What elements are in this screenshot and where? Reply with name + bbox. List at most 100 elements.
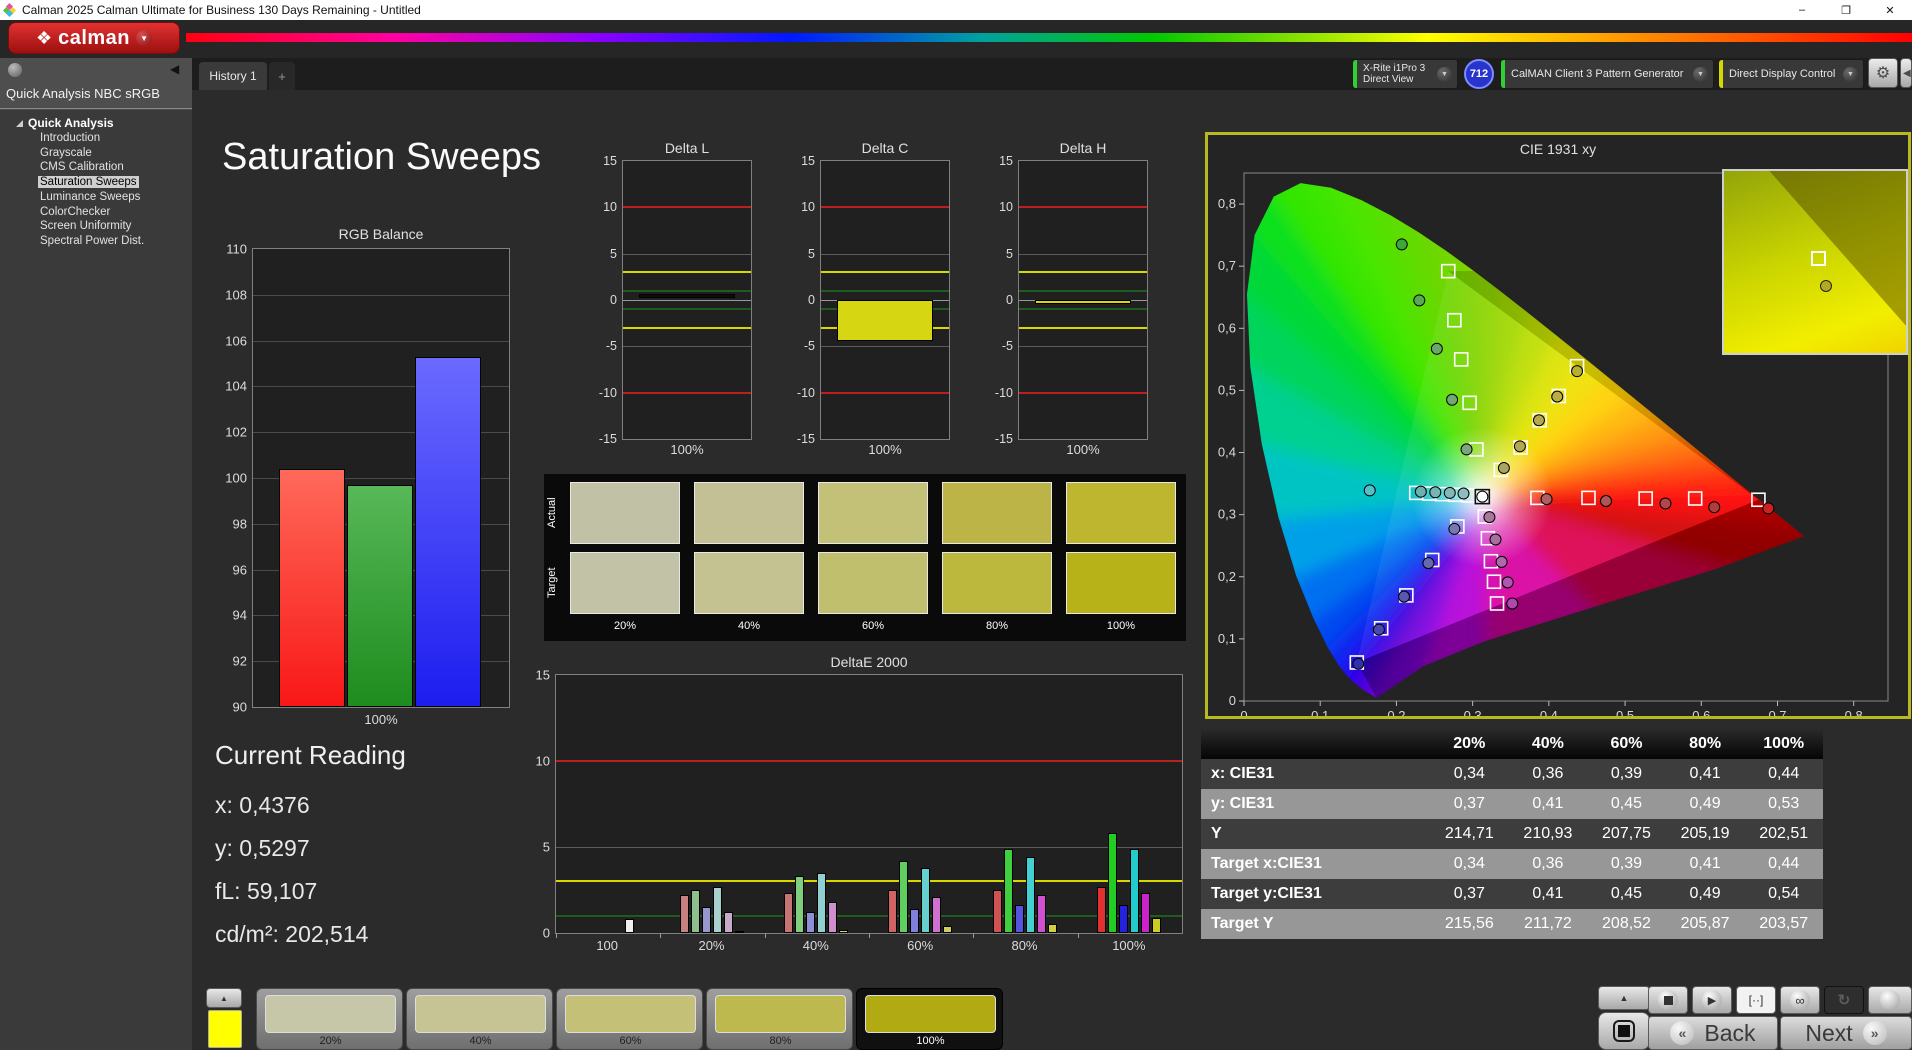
table-cell: 0,41: [1532, 885, 1564, 902]
tree-root-node[interactable]: Quick Analysis: [0, 115, 192, 131]
cie-1931-panel[interactable]: CIE 1931 xy 0 0,1 0,2 0,3 0,4 0,5 0,6 0,7 0,8 0 0,…: [1205, 132, 1911, 719]
y-tick-label: 5: [1006, 246, 1013, 261]
sync-button[interactable]: ↻: [1824, 986, 1864, 1014]
pattern-level-button-60%[interactable]: 60%: [556, 988, 703, 1050]
current-reading-title: Current Reading: [215, 740, 406, 770]
back-button[interactable]: « Back: [1648, 1016, 1778, 1050]
y-tick-label: 94: [232, 607, 247, 623]
sidebar-item-cms-calibration[interactable]: CMS Calibration: [0, 160, 192, 175]
pattern-options-up-icon[interactable]: ▲: [206, 988, 242, 1008]
actual-swatch-100%: [1066, 482, 1176, 544]
meter-count-badge[interactable]: 712: [1464, 59, 1494, 89]
deltae-bar: [1047, 924, 1057, 933]
y-tick-label: -5: [803, 339, 815, 354]
deltae-title: DeltaE 2000: [830, 654, 908, 670]
collapse-sidebar-icon[interactable]: ◀: [170, 62, 179, 76]
y-tick-label: -15: [598, 432, 617, 446]
red-limit-line: [1019, 206, 1147, 209]
stop-button[interactable]: [1648, 986, 1688, 1014]
deltae-category-label: 80%: [1011, 938, 1038, 953]
yellow-limit-line: [1019, 326, 1147, 329]
deltae-bar: [921, 867, 931, 933]
pattern-level-swatch: [865, 995, 996, 1033]
calman-menu-button[interactable]: ❖ calman ▼: [8, 22, 180, 54]
deltae-bar: [816, 872, 826, 933]
table-cell: 0,54: [1768, 885, 1800, 902]
sidebar-item-saturation-sweeps[interactable]: Saturation Sweeps: [0, 175, 192, 190]
gear-icon[interactable]: ⚙: [1868, 58, 1898, 88]
pattern-color-swatch[interactable]: [208, 1010, 242, 1048]
page-title: Saturation Sweeps: [222, 136, 541, 178]
svg-text:0,7: 0,7: [1768, 708, 1786, 716]
deltae-chart: 0 5 10 15: [536, 668, 1183, 941]
pattern-level-button-20%[interactable]: 20%: [256, 988, 403, 1050]
cie-zoom-inset: [1722, 169, 1908, 355]
svg-text:0,3: 0,3: [1218, 507, 1236, 522]
display-control-dropdown[interactable]: Direct Display Control ▼: [1718, 59, 1864, 89]
deltae-bar: [679, 895, 689, 933]
deltae-bar: [723, 912, 733, 933]
add-tab-button[interactable]: +: [269, 62, 295, 90]
gridline: [623, 253, 751, 255]
red-limit-line: [821, 206, 949, 209]
sidebar-item-grayscale[interactable]: Grayscale: [0, 146, 192, 161]
next-label: Next: [1805, 1019, 1853, 1046]
actual-swatch-20%: [570, 482, 680, 544]
deltae-bar: [805, 912, 815, 933]
svg-text:0,8: 0,8: [1845, 708, 1863, 716]
collapse-panel-icon[interactable]: ◀: [1900, 58, 1912, 88]
saturation-data-table: 20% 40% 60% 80% 100% x: CIE31 0,34 0,36 0,39 0,41…: [1201, 729, 1823, 939]
close-icon[interactable]: ✕: [1868, 0, 1912, 20]
chevron-down-icon: ▼: [136, 30, 153, 46]
deltae-category-label: 60%: [907, 938, 934, 953]
pattern-window-button[interactable]: [1598, 1012, 1650, 1050]
next-button[interactable]: Next »: [1780, 1016, 1912, 1050]
deltae-bar: [838, 930, 848, 933]
sidebar-item-screen-uniformity[interactable]: Screen Uniformity: [0, 219, 192, 234]
single-read-button[interactable]: [··]: [1736, 986, 1776, 1014]
y-tick-label: 110: [226, 241, 247, 257]
workflow-tree: Quick Analysis Introduction Grayscale CMS …: [0, 110, 192, 1050]
table-cell: 0,45: [1610, 885, 1643, 902]
table-cell: 0,45: [1610, 795, 1643, 812]
table-cell: 211,72: [1524, 915, 1572, 932]
sidebar-item-spectral-power-dist-[interactable]: Spectral Power Dist.: [0, 234, 192, 249]
pattern-generator-dropdown[interactable]: CalMAN Client 3 Pattern Generator ▼: [1500, 59, 1714, 89]
deltae-bar: [1107, 833, 1117, 933]
yellow-limit-line: [1019, 271, 1147, 274]
deltae-bar: [783, 893, 793, 933]
pattern-level-button-40%[interactable]: 40%: [406, 988, 553, 1050]
table-header-cell: 20%: [1453, 735, 1486, 752]
extra-button[interactable]: [1868, 986, 1912, 1014]
transport-options-up-icon[interactable]: ▲: [1598, 986, 1650, 1010]
rgb-balance-title: RGB Balance: [338, 226, 424, 242]
tab-history-1[interactable]: History 1: [199, 62, 267, 90]
table-header-cell: 100%: [1763, 735, 1805, 752]
pattern-level-button-100%[interactable]: 100%: [856, 988, 1003, 1050]
svg-text:0,7: 0,7: [1218, 258, 1236, 273]
sidebar-item-colorchecker[interactable]: ColorChecker: [0, 205, 192, 220]
y-tick-label: 15: [535, 667, 550, 683]
continuous-read-button[interactable]: ∞: [1780, 986, 1820, 1014]
pattern-level-label: 80%: [769, 1035, 792, 1047]
restore-icon[interactable]: ❐: [1824, 0, 1868, 20]
y-tick-label: -10: [796, 385, 815, 400]
svg-text:0,2: 0,2: [1387, 708, 1405, 716]
play-button[interactable]: ▶: [1692, 986, 1732, 1014]
green-limit-line: [1019, 308, 1147, 311]
y-tick-label: 96: [232, 562, 247, 578]
meter-dropdown[interactable]: X-Rite i1Pro 3 Direct View ▼: [1352, 59, 1458, 89]
sidebar-item-luminance-sweeps[interactable]: Luminance Sweeps: [0, 190, 192, 205]
minimize-icon[interactable]: –: [1780, 0, 1824, 20]
tree-expander-icon[interactable]: [16, 119, 23, 127]
svg-text:0: 0: [1240, 708, 1247, 716]
delta-h-plot: 15 10 5 0 -5 -10 -15: [995, 154, 1148, 446]
pattern-level-button-80%[interactable]: 80%: [706, 988, 853, 1050]
y-tick-label: 0: [808, 293, 815, 307]
calman-diamond-icon: ❖: [35, 28, 53, 48]
rgb-bar-red: [279, 468, 345, 707]
sidebar-item-introduction[interactable]: Introduction: [0, 131, 192, 146]
y-tick-label: 10: [603, 200, 617, 215]
green-limit-line: [623, 308, 751, 311]
actual-swatch-40%: [694, 482, 804, 544]
